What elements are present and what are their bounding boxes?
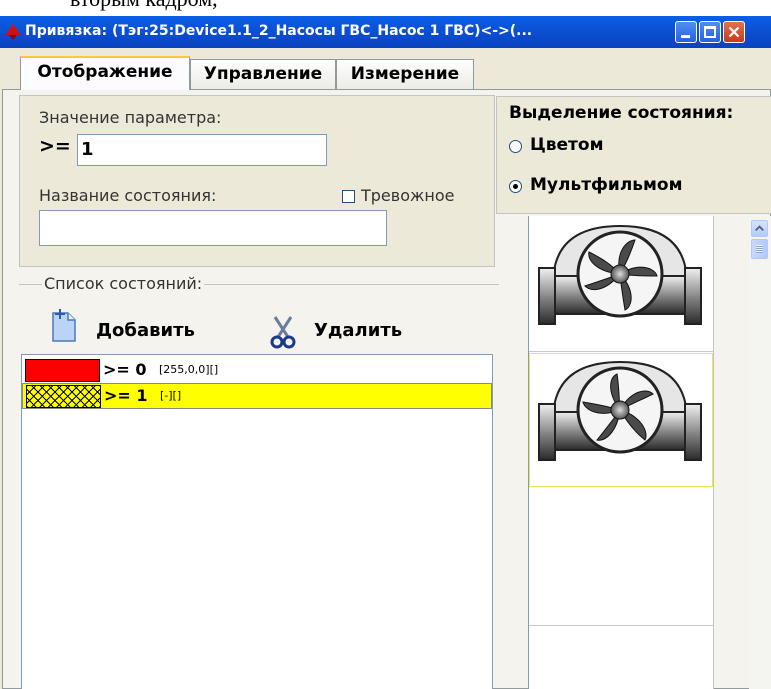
close-button[interactable] [723,21,745,43]
fan-pump-icon [538,360,702,461]
operator-label: >= [39,135,71,157]
animation-frame-empty[interactable] [529,488,713,626]
parameter-panel: Значение параметра: >= 1 Название состоя… [19,95,495,267]
binding-dialog: Привязка: (Тэг:25:Device1.1_2_Насосы ГВС… [0,16,771,689]
state-row[interactable]: >= 0 [255,0,0][] [22,358,492,383]
state-condition: >= 1 [104,386,148,405]
state-info: [255,0,0][] [159,363,219,376]
animation-frame-selected[interactable] [529,353,713,487]
radio-color[interactable] [509,140,522,153]
tab-measurement[interactable]: Измерение [336,59,474,89]
state-name-label: Название состояния: [39,186,217,205]
add-button[interactable]: Добавить [96,320,195,341]
add-document-icon [52,309,76,342]
state-row-selected[interactable]: >= 1 [-][] [22,383,492,409]
state-info: [-][] [160,389,182,402]
radio-cartoon-label[interactable]: Мультфильмом [530,175,683,195]
minimize-button[interactable] [675,21,697,43]
state-condition: >= 0 [103,360,147,379]
state-name-input[interactable] [39,210,387,246]
scissors-icon [270,316,296,349]
app-icon [5,24,21,40]
radio-color-label[interactable]: Цветом [530,135,604,155]
state-pattern-swatch [26,385,101,408]
state-list-title: Список состояний: [42,274,205,293]
radio-dot [513,184,518,189]
alarm-checkbox[interactable] [342,190,355,203]
animation-frame[interactable] [529,216,713,352]
maximize-icon [704,26,716,38]
tab-display[interactable]: Отображение [20,56,190,90]
close-icon [728,26,740,38]
state-color-swatch [25,359,100,382]
fan-pump-icon [538,224,702,325]
window-title: Привязка: (Тэг:25:Device1.1_2_Насосы ГВС… [25,23,533,39]
value-input[interactable]: 1 [77,134,327,166]
maximize-button[interactable] [699,21,721,43]
scroll-thumb[interactable] [751,239,768,259]
tab-control[interactable]: Управление [190,59,336,89]
frames-scrollbar[interactable] [749,216,771,689]
delete-button[interactable]: Удалить [314,320,402,341]
value-label: Значение параметра: [39,108,222,127]
animation-frames-list[interactable] [528,216,714,689]
background-document-text: вторым кадром, [70,0,218,12]
radio-cartoon[interactable] [509,180,522,193]
arrow-up-icon [755,225,764,232]
state-list[interactable]: >= 0 [255,0,0][] >= 1 [-][] [21,354,493,689]
grip-icon [756,245,763,253]
highlight-group: Выделение состояния: Цветом Мультфильмом [496,96,771,214]
highlight-title: Выделение состояния: [509,103,734,123]
scroll-up-button[interactable] [751,220,768,237]
title-bar[interactable]: Привязка: (Тэг:25:Device1.1_2_Насосы ГВС… [0,16,771,48]
alarm-label: Тревожное [361,186,455,205]
minimize-icon [681,35,690,38]
animation-frame-empty[interactable] [529,626,713,689]
